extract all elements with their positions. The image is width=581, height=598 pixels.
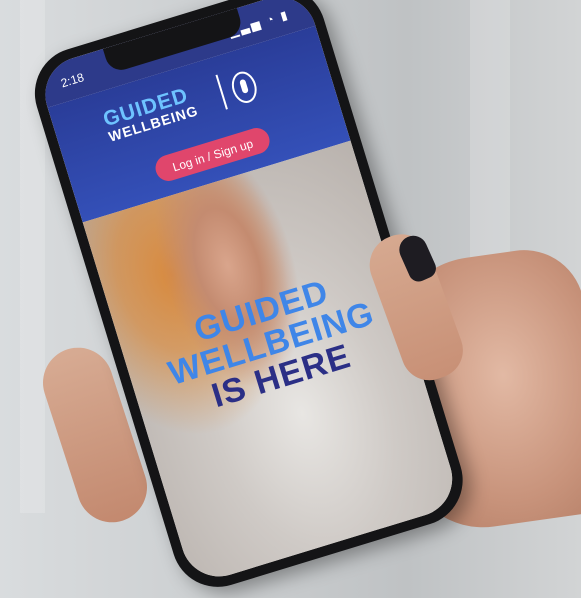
logo-divider (215, 74, 228, 110)
app-logo[interactable]: GUIDED WELLBEING (100, 83, 200, 145)
hero-headline: GUIDED WELLBEING IS HERE (147, 261, 397, 426)
status-time: 2:18 (59, 70, 86, 91)
microphone-icon (228, 68, 261, 107)
